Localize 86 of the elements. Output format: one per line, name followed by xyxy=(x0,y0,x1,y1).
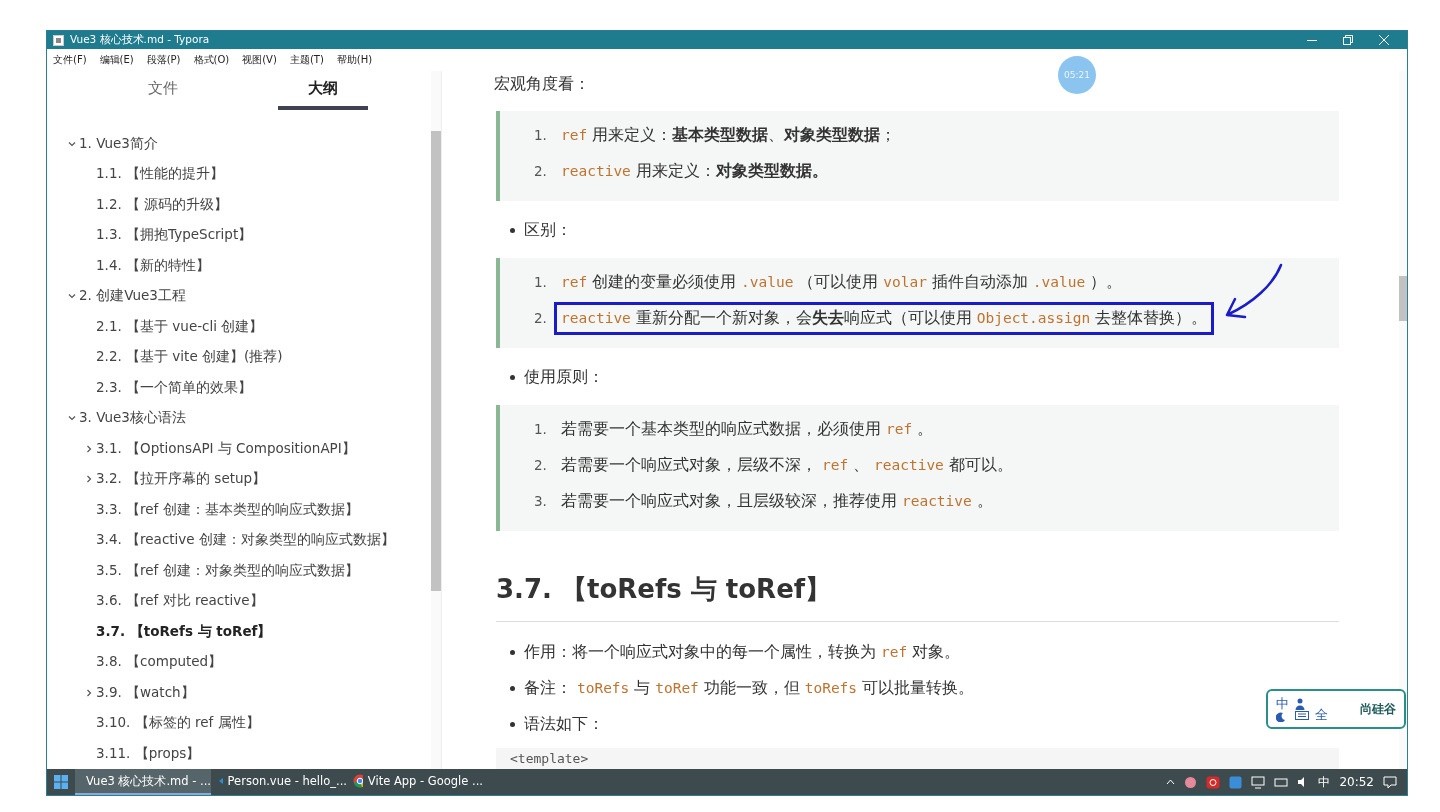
section-heading: 3.7. 【toRefs 与 toRef】 xyxy=(496,573,1339,622)
browser-icon xyxy=(353,774,363,788)
list-number: 1. xyxy=(534,274,548,290)
chevron-right-icon[interactable] xyxy=(85,444,93,453)
input-method-indicator[interactable]: 中 xyxy=(1318,773,1331,791)
outline-item[interactable]: 2.3. 【一个简单的效果】 xyxy=(47,372,431,403)
menu-item[interactable]: 编辑(E) xyxy=(99,53,134,67)
scrollbar-thumb[interactable] xyxy=(1399,276,1407,321)
chevron-right-icon[interactable] xyxy=(85,688,93,697)
outline-item[interactable]: 3.2. 【拉开序幕的 setup】 xyxy=(47,464,431,495)
timer-badge: 05:21 xyxy=(1058,56,1096,94)
bullet-icon xyxy=(510,685,515,691)
keyboard-icon[interactable] xyxy=(1295,710,1309,720)
outline-item[interactable]: 3.3. 【ref 创建：基本类型的响应式数据】 xyxy=(47,494,431,525)
outline-item[interactable]: 3.8. 【computed】 xyxy=(47,647,431,678)
outline-item[interactable]: 3.10. 【标签的 ref 属性】 xyxy=(47,708,431,739)
notification-icon[interactable] xyxy=(1383,775,1397,789)
list-number: 1. xyxy=(534,127,548,143)
outline-item[interactable]: 1.1. 【性能的提升】 xyxy=(47,159,431,190)
clock-time[interactable]: 20:52 xyxy=(1339,775,1374,789)
chevron-down-icon[interactable] xyxy=(68,292,76,301)
app-icon xyxy=(53,34,64,46)
scrollbar-thumb[interactable] xyxy=(431,131,441,591)
bullet-text: 区别： xyxy=(524,219,572,241)
bullet-icon xyxy=(510,374,515,380)
list-number: 2. xyxy=(534,310,548,326)
chevron-down-icon[interactable] xyxy=(68,139,76,148)
list-text: 若需要一个基本类型的响应式数据，必须使用 ref 。 xyxy=(560,418,935,440)
list-text: 若需要一个响应式对象，层级不深， ref 、 reactive 都可以。 xyxy=(560,454,1014,476)
start-icon[interactable] xyxy=(53,774,69,790)
paragraph: 宏观角度看： xyxy=(494,74,590,95)
list-text: ref 用来定义：基本类型数据、对象类型数据； xyxy=(560,124,898,146)
list-text: ref 创建的变量必须使用 .value （可以使用 volar 插件自动添加 .value ）。 xyxy=(560,271,1124,293)
chevron-right-icon[interactable] xyxy=(85,475,93,484)
monitor-icon[interactable] xyxy=(1251,775,1266,789)
record-icon[interactable] xyxy=(1206,775,1221,789)
sidebar-tab[interactable]: 大纲 xyxy=(278,71,368,110)
bullet-text: 备注： toRefs 与 toRef 功能一致，但 toRefs 可以批量转换。 xyxy=(524,677,975,699)
close-icon[interactable] xyxy=(1379,35,1389,45)
bullet-icon xyxy=(510,227,515,233)
outline-item[interactable]: 3.7. 【toRefs 与 toRef】 xyxy=(47,616,431,647)
person-icon[interactable] xyxy=(1295,698,1305,710)
outline-item[interactable]: 2.2. 【基于 vite 创建】(推荐) xyxy=(47,342,431,373)
outline-item[interactable]: 1. Vue3简介 xyxy=(47,128,431,159)
brand-label: 尚硅谷 xyxy=(1360,700,1396,718)
list-number: 2. xyxy=(534,163,548,179)
moon-icon[interactable] xyxy=(1276,712,1286,722)
menu-item[interactable]: 段落(P) xyxy=(146,53,181,67)
outline-item[interactable]: 1.3. 【拥抱TypeScript】 xyxy=(47,220,431,251)
outline-item[interactable]: 3.5. 【ref 创建：对象类型的响应式数据】 xyxy=(47,555,431,586)
bullet-icon xyxy=(510,649,515,655)
outline-item[interactable]: 2. 创建Vue3工程 xyxy=(47,281,431,312)
list-text: 若需要一个响应式对象，且层级较深，推荐使用 reactive 。 xyxy=(560,490,994,512)
taskbar-app[interactable]: Vite App - Google ... xyxy=(347,769,483,795)
bullet-text: 作用：将一个响应式对象中的每一个属性，转换为 ref 对象。 xyxy=(524,641,961,663)
outline-item[interactable]: 3. Vue3核心语法 xyxy=(47,403,431,434)
outline-item[interactable]: 3.9. 【watch】 xyxy=(47,677,431,708)
bullet-text: 使用原则： xyxy=(524,366,604,388)
bullet-text: 语法如下： xyxy=(524,713,604,735)
input-mode-text[interactable]: 中 xyxy=(1276,696,1289,712)
menu-item[interactable]: 帮助(H) xyxy=(336,53,373,67)
outline-item[interactable]: 1.2. 【 源码的升级】 xyxy=(47,189,431,220)
outline-item[interactable]: 2.1. 【基于 vue-cli 创建】 xyxy=(47,311,431,342)
list-text: reactive 用来定义：对象类型数据。 xyxy=(560,160,829,182)
list-number: 3. xyxy=(534,493,548,509)
menu-item[interactable]: 格式(O) xyxy=(193,53,230,67)
outline-item[interactable]: 1.4. 【新的特性】 xyxy=(47,250,431,281)
sidebar-tab[interactable]: 文件 xyxy=(118,71,208,110)
outline-item[interactable]: 3.6. 【ref 对比 reactive】 xyxy=(47,586,431,617)
bullet-icon xyxy=(510,721,515,727)
outline-item[interactable]: 3.11. 【props】 xyxy=(47,738,431,769)
full-width-text[interactable]: 全 xyxy=(1315,706,1328,724)
chevron-down-icon[interactable] xyxy=(68,414,76,423)
taskbar-app[interactable]: Vue3 核心技术.md - ... xyxy=(75,769,211,795)
menu-item[interactable]: 视图(V) xyxy=(242,53,277,67)
maximize-icon[interactable] xyxy=(1343,35,1353,45)
list-number: 1. xyxy=(534,421,548,437)
taskbar-app[interactable]: Person.vue - hello_... xyxy=(211,769,347,795)
code-block: <template> xyxy=(496,748,1339,769)
menu-item[interactable]: 主题(T) xyxy=(289,53,324,67)
list-number: 2. xyxy=(534,457,548,473)
window-title: Vue3 核心技术.md - Typora xyxy=(70,33,211,47)
outline-item[interactable]: 3.4. 【reactive 创建：对象类型的响应式数据】 xyxy=(47,525,431,556)
outline-item[interactable]: 3.1. 【OptionsAPI 与 CompositionAPI】 xyxy=(47,433,431,464)
chevron-up-icon[interactable] xyxy=(1166,779,1176,785)
menu-item[interactable]: 文件(F) xyxy=(53,53,87,67)
